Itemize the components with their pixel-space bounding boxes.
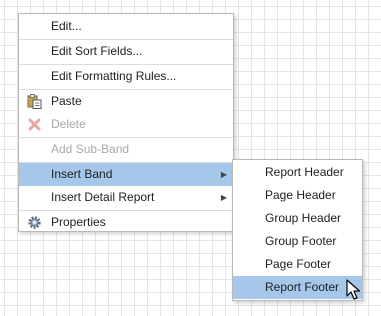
menu-item-label: Report Footer bbox=[265, 280, 340, 294]
mouse-cursor-icon bbox=[346, 279, 361, 300]
menu-item-edit[interactable]: Edit... bbox=[19, 15, 233, 40]
submenu-item-group-footer[interactable]: Group Footer bbox=[233, 230, 362, 253]
submenu-item-page-footer[interactable]: Page Footer bbox=[233, 253, 362, 276]
menu-item-insert-band[interactable]: Insert Band ▶ bbox=[19, 163, 233, 186]
paste-icon bbox=[27, 94, 42, 109]
menu-item-edit-sort-fields[interactable]: Edit Sort Fields... bbox=[19, 40, 233, 65]
submenu-item-group-header[interactable]: Group Header bbox=[233, 207, 362, 230]
menu-item-properties[interactable]: Properties bbox=[19, 211, 233, 234]
menu-item-label: Add Sub-Band bbox=[51, 142, 130, 156]
menu-item-label: Edit Sort Fields... bbox=[51, 44, 143, 58]
menu-item-label: Page Header bbox=[265, 188, 336, 202]
menu-item-label: Page Footer bbox=[265, 257, 332, 271]
menu-item-label: Group Header bbox=[265, 211, 342, 225]
insert-band-submenu: Report Header Page Header Group Header G… bbox=[232, 159, 363, 301]
menu-item-delete[interactable]: Delete bbox=[19, 113, 233, 138]
menu-item-label: Properties bbox=[51, 215, 106, 229]
menu-item-edit-formatting-rules[interactable]: Edit Formatting Rules... bbox=[19, 65, 233, 90]
menu-item-insert-detail-report[interactable]: Insert Detail Report ▶ bbox=[19, 186, 233, 211]
gear-icon bbox=[28, 216, 41, 229]
menu-item-label: Edit... bbox=[51, 19, 82, 33]
menu-item-label: Insert Band bbox=[51, 167, 113, 181]
menu-item-label: Insert Detail Report bbox=[51, 190, 155, 204]
context-menu: Edit... Edit Sort Fields... Edit Formatt… bbox=[18, 13, 234, 232]
submenu-item-page-header[interactable]: Page Header bbox=[233, 184, 362, 207]
submenu-arrow-icon: ▶ bbox=[220, 170, 227, 179]
submenu-item-report-header[interactable]: Report Header bbox=[233, 161, 362, 184]
menu-item-paste[interactable]: Paste bbox=[19, 90, 233, 113]
submenu-item-report-footer[interactable]: Report Footer bbox=[233, 276, 362, 299]
menu-item-label: Edit Formatting Rules... bbox=[51, 69, 177, 83]
menu-item-label: Paste bbox=[51, 94, 82, 108]
submenu-arrow-icon: ▶ bbox=[220, 193, 227, 202]
delete-icon bbox=[28, 118, 41, 131]
menu-item-add-sub-band[interactable]: Add Sub-Band bbox=[19, 138, 233, 163]
menu-item-label: Report Header bbox=[265, 165, 344, 179]
menu-item-label: Group Footer bbox=[265, 234, 337, 248]
menu-item-label: Delete bbox=[51, 117, 86, 131]
